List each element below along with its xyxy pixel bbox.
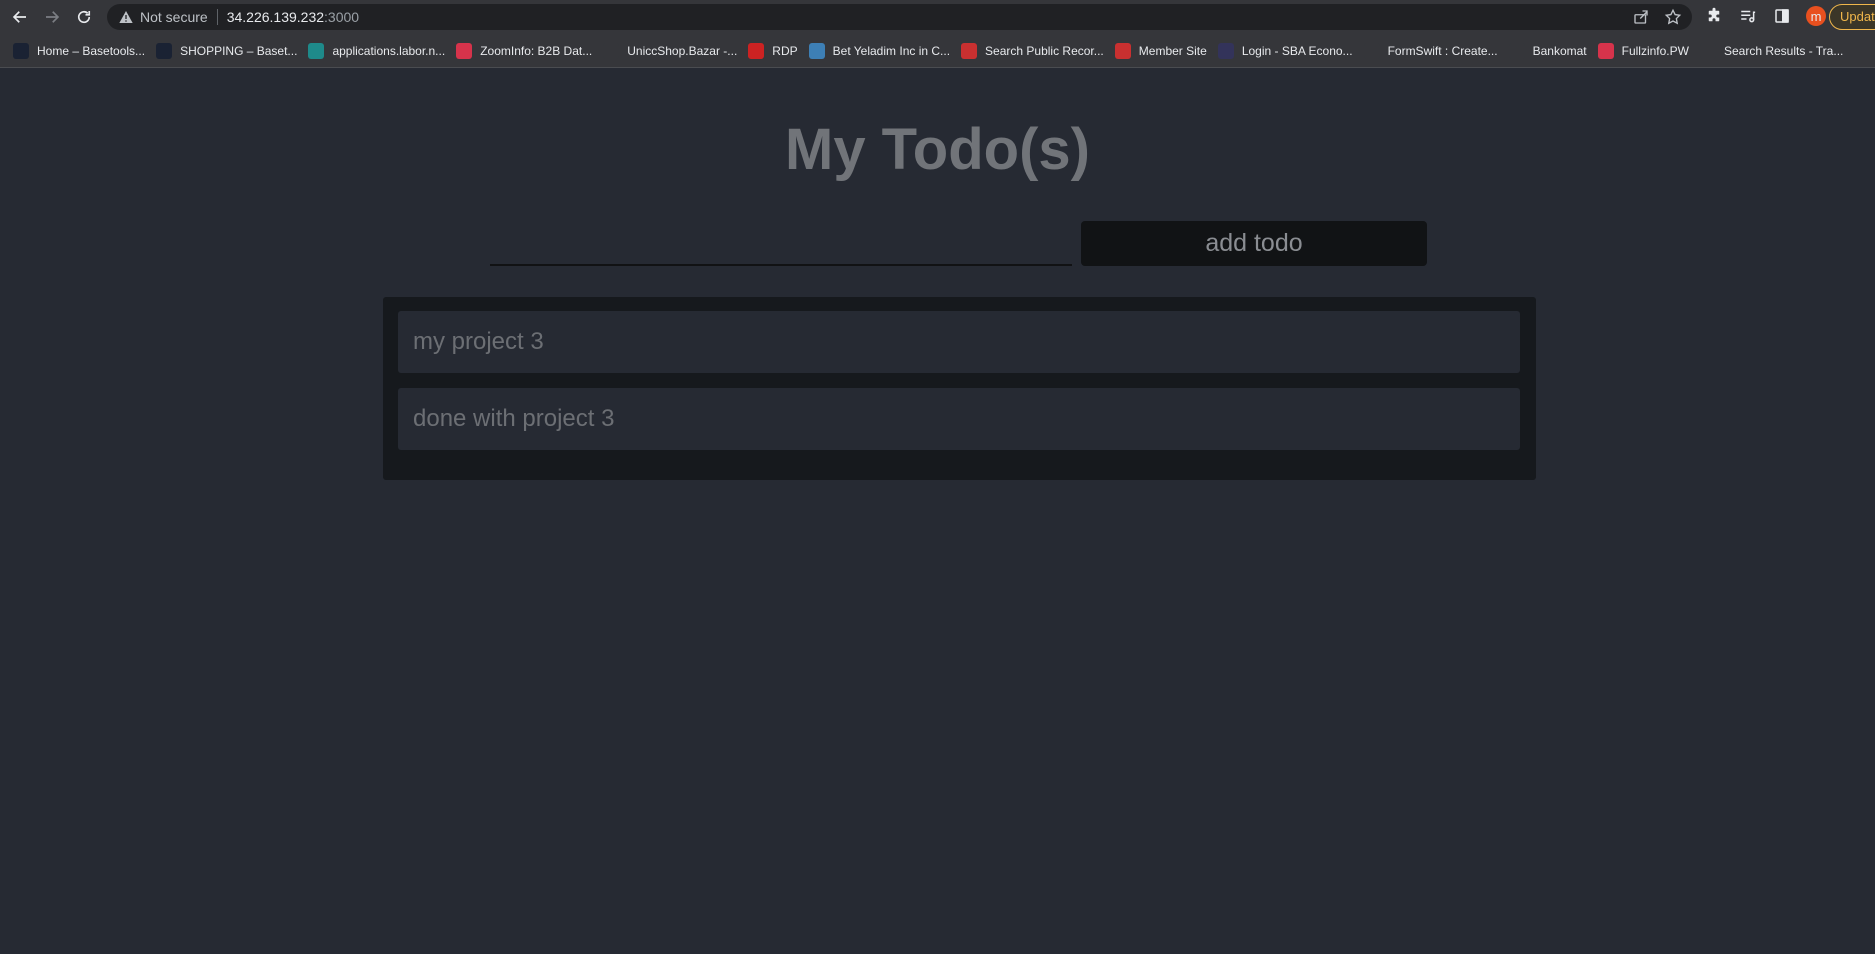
todo-list: my project 3 done with project 3: [383, 297, 1536, 480]
add-todo-button[interactable]: add todo: [1081, 221, 1427, 266]
bookmark-label: Bankomat: [1532, 43, 1587, 58]
member-site-icon: [1114, 42, 1131, 59]
bookmark-item[interactable]: Search Public Recor...: [958, 37, 1112, 65]
todo-input[interactable]: [490, 224, 1072, 266]
bookmark-label: applications.labor.n...: [332, 43, 446, 58]
copyright-icon: [603, 42, 620, 59]
basetools-icon: [13, 42, 29, 59]
url-port: :3000: [324, 9, 360, 25]
update-button[interactable]: Updat: [1829, 4, 1875, 30]
bookmark-label: Home – Basetools...: [37, 43, 146, 58]
bookmark-label: ZoomInfo: B2B Dat...: [480, 43, 593, 58]
omnibox-separator: [216, 9, 218, 25]
redhat-icon: [748, 42, 765, 59]
bookmark-label: Login - SBA Econo...: [1241, 43, 1353, 58]
bookmark-label: FormSwift : Create...: [1387, 43, 1498, 58]
bookmark-item[interactable]: UniccShop.Bazar -...: [600, 37, 745, 65]
todo-app: My Todo(s) add todo my project 3 done wi…: [0, 69, 1875, 954]
records-icon: [961, 42, 978, 59]
bookmark-label: Fullzinfo.PW: [1621, 43, 1689, 58]
bookmark-item[interactable]: Bet Yeladim Inc in C...: [806, 37, 958, 65]
bookmark-item[interactable]: Member Site: [1112, 37, 1215, 65]
todo-item[interactable]: done with project 3: [398, 388, 1520, 450]
bookmark-item[interactable]: ZoomInfo: B2B Dat...: [453, 37, 600, 65]
labor-icon: [308, 42, 325, 59]
star-icon[interactable]: [1664, 8, 1682, 26]
bookmark-item[interactable]: Home – Basetools...: [10, 37, 153, 65]
omnibox-actions: [1632, 8, 1682, 26]
bookmark-item[interactable]: SHOPPING – Baset...: [153, 37, 305, 65]
bookmark-item[interactable]: Fullzinfo.PW: [1595, 37, 1697, 65]
sba-icon: [1217, 42, 1234, 59]
bookmark-item[interactable]: Bankomat: [1506, 37, 1595, 65]
bet-yeladim-icon: [808, 42, 825, 59]
bookmark-item[interactable]: Search Results - Tra...: [1697, 37, 1851, 65]
bookmark-label: UniccShop.Bazar -...: [627, 43, 738, 58]
forward-icon[interactable]: [38, 3, 66, 31]
search-results-icon: [1699, 42, 1716, 59]
zoominfo-icon: [456, 42, 473, 59]
side-panel-icon[interactable]: [1772, 6, 1792, 26]
url-host: 34.226.139.232: [226, 9, 325, 25]
bookmark-label: SHOPPING – Baset...: [180, 43, 298, 58]
globe-icon: [1508, 42, 1525, 59]
fullzinfo-icon: [1597, 42, 1614, 59]
bookmark-item[interactable]: FormSwift : Create...: [1361, 37, 1506, 65]
bookmark-label: Bet Yeladim Inc in C...: [832, 43, 951, 58]
bookmark-label: RDP: [772, 43, 798, 58]
back-icon[interactable]: [6, 3, 34, 31]
todo-item[interactable]: my project 3: [398, 311, 1520, 373]
bookmarks-bar: Home – Basetools... SHOPPING – Baset... ap…: [0, 34, 1875, 68]
address-bar[interactable]: Not secure 34.226.139.232:3000: [107, 4, 1692, 30]
bookmark-item[interactable]: RDP: [745, 37, 805, 65]
share-icon[interactable]: [1632, 8, 1650, 26]
warning-icon: [118, 9, 134, 25]
browser-toolbar: Not secure 34.226.139.232:3000 m Updat: [0, 0, 1875, 34]
extension-area: m: [1704, 6, 1826, 26]
bookmark-item[interactable]: applications.labor.n...: [305, 37, 453, 65]
puzzle-icon[interactable]: [1704, 6, 1724, 26]
reload-icon[interactable]: [70, 3, 98, 31]
media-playlist-icon[interactable]: [1738, 6, 1758, 26]
bookmark-item[interactable]: Login - SBA Econo...: [1215, 37, 1361, 65]
page-title: My Todo(s): [785, 117, 1090, 182]
profile-avatar[interactable]: m: [1806, 6, 1826, 26]
formswift-icon: [1363, 42, 1380, 59]
security-label[interactable]: Not secure: [140, 9, 208, 25]
bookmark-label: Search Results - Tra...: [1723, 43, 1844, 58]
basetools-icon: [156, 42, 173, 59]
bookmark-label: Search Public Recor...: [985, 43, 1104, 58]
bookmark-label: Member Site: [1138, 43, 1207, 58]
